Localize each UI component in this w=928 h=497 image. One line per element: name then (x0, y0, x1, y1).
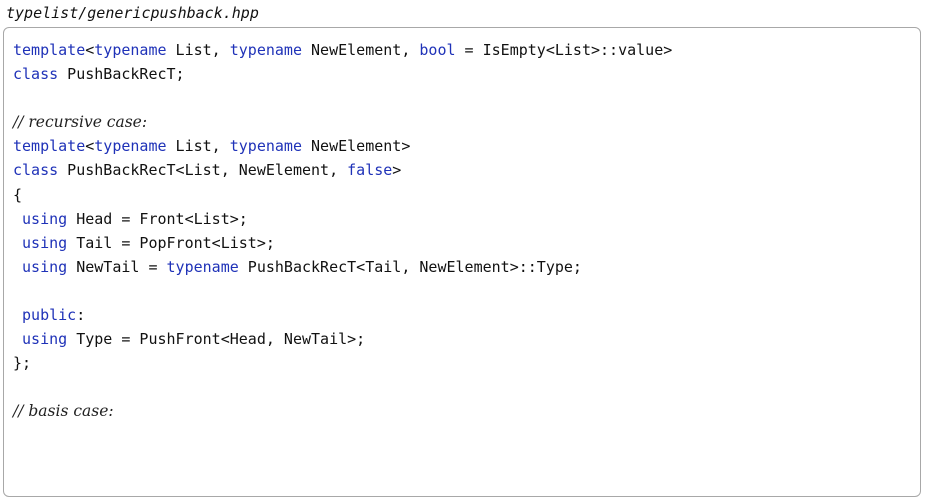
code-keyword: typename (229, 137, 302, 156)
code-keyword: using (22, 257, 68, 276)
code-text: List, (166, 137, 230, 156)
code-text: NewElement> (302, 137, 411, 156)
code-text: PushBackRecT; (58, 65, 185, 84)
code-line: using Type = PushFront<Head, NewTail>; (13, 327, 914, 351)
code-line: }; (13, 351, 914, 375)
code-line: using NewTail = typename PushBackRecT<Ta… (13, 255, 914, 279)
code-listing: template<typename List, typename NewElem… (13, 38, 914, 424)
code-text: < (85, 41, 95, 59)
code-text: : (76, 306, 86, 325)
code-text: NewTail = (67, 257, 167, 276)
code-keyword: typename (94, 41, 167, 59)
code-comment: // recursive case: (13, 113, 148, 132)
code-line: // recursive case: (13, 110, 914, 134)
code-text: PushBackRecT<List, NewElement, (58, 161, 348, 180)
code-keyword: using (22, 209, 68, 228)
code-line: template<typename List, typename NewElem… (13, 134, 914, 158)
code-text: Type = PushFront<Head, NewTail>; (67, 330, 366, 349)
code-keyword: public (22, 306, 77, 325)
code-line: using Tail = PopFront<List>; (13, 231, 914, 255)
code-text: Head = Front<List>; (67, 209, 248, 228)
code-line: class PushBackRecT; (13, 62, 914, 86)
code-text: Tail = PopFront<List>; (67, 233, 275, 252)
code-text: = IsEmpty<List>::value> (455, 41, 673, 59)
code-text: < (85, 137, 95, 156)
code-keyword: template (13, 137, 86, 156)
code-text: }; (13, 354, 32, 373)
code-keyword: false (347, 161, 393, 180)
code-text: { (13, 185, 23, 204)
code-keyword: bool (419, 41, 456, 59)
code-keyword: typename (166, 257, 239, 276)
code-text: > (392, 161, 402, 180)
code-comment: // basis case: (13, 402, 114, 421)
code-line: public: (13, 303, 914, 327)
code-line: { (13, 183, 914, 207)
code-line: class PushBackRecT<List, NewElement, fal… (13, 158, 914, 182)
code-keyword: using (22, 330, 68, 349)
code-line: template<typename List, typename NewElem… (13, 38, 914, 62)
code-keyword: class (13, 65, 59, 84)
code-line: using Head = Front<List>; (13, 207, 914, 231)
code-keyword: typename (229, 41, 302, 59)
code-keyword: typename (94, 137, 167, 156)
file-path-caption: typelist/genericpushback.hpp (6, 4, 259, 22)
code-listing-box: template<typename List, typename NewElem… (3, 27, 921, 497)
code-keyword: template (13, 41, 86, 59)
code-line: // basis case: (13, 399, 914, 423)
code-text: PushBackRecT<Tail, NewElement>::Type; (238, 257, 582, 276)
code-keyword: using (22, 233, 68, 252)
code-keyword: class (13, 161, 59, 180)
code-text: NewElement, (302, 41, 420, 59)
code-text: List, (166, 41, 230, 59)
